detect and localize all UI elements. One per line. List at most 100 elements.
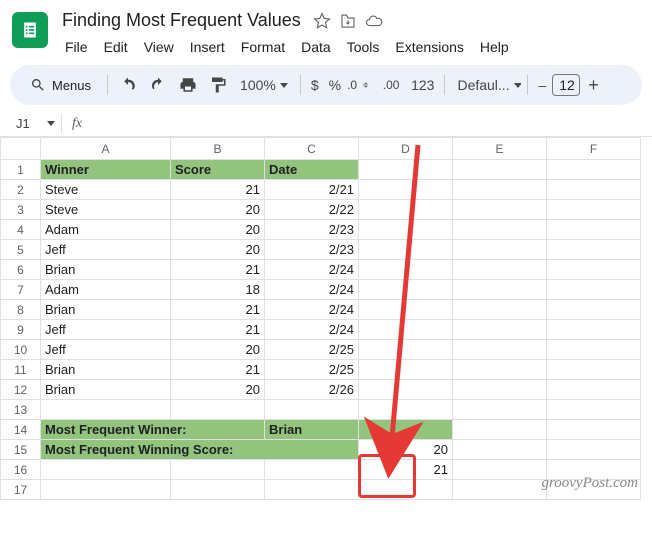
cell-date[interactable]: 2/24 bbox=[265, 280, 359, 300]
cell[interactable] bbox=[547, 440, 641, 460]
cell-score[interactable]: 20 bbox=[171, 200, 265, 220]
font-size-increase[interactable]: + bbox=[582, 75, 605, 96]
menu-extensions[interactable]: Extensions bbox=[388, 35, 470, 59]
cell-date[interactable]: 2/24 bbox=[265, 320, 359, 340]
cell-date[interactable]: 2/25 bbox=[265, 360, 359, 380]
row-header[interactable]: 12 bbox=[1, 380, 41, 400]
cell[interactable] bbox=[453, 300, 547, 320]
cell[interactable] bbox=[547, 280, 641, 300]
font-size-input[interactable]: 12 bbox=[552, 74, 580, 96]
header-score[interactable]: Score bbox=[171, 160, 265, 180]
cell[interactable] bbox=[359, 160, 453, 180]
cell[interactable] bbox=[359, 400, 453, 420]
cell-score[interactable]: 21 bbox=[171, 320, 265, 340]
cell[interactable] bbox=[547, 220, 641, 240]
cell-score[interactable]: 20 bbox=[171, 340, 265, 360]
undo-button[interactable] bbox=[114, 71, 142, 99]
row-header[interactable]: 7 bbox=[1, 280, 41, 300]
cell[interactable] bbox=[453, 160, 547, 180]
cell-score[interactable]: 21 bbox=[171, 360, 265, 380]
percent-button[interactable]: % bbox=[325, 77, 345, 93]
print-button[interactable] bbox=[174, 71, 202, 99]
cell[interactable] bbox=[41, 400, 171, 420]
row-header[interactable]: 14 bbox=[1, 420, 41, 440]
cell-score[interactable]: 20 bbox=[171, 220, 265, 240]
cell[interactable] bbox=[265, 460, 359, 480]
cell[interactable] bbox=[359, 260, 453, 280]
cell[interactable] bbox=[547, 240, 641, 260]
zoom-dropdown[interactable]: 100% bbox=[234, 73, 294, 97]
cell[interactable] bbox=[547, 160, 641, 180]
cell[interactable] bbox=[359, 220, 453, 240]
format-123-button[interactable]: 123 bbox=[407, 77, 438, 93]
cell[interactable] bbox=[359, 300, 453, 320]
row-header[interactable]: 17 bbox=[1, 480, 41, 500]
cell[interactable] bbox=[547, 340, 641, 360]
cell[interactable] bbox=[547, 380, 641, 400]
cell[interactable] bbox=[453, 440, 547, 460]
font-dropdown[interactable]: Defaul... bbox=[451, 73, 521, 97]
row-header[interactable]: 2 bbox=[1, 180, 41, 200]
cell[interactable] bbox=[171, 400, 265, 420]
row-header[interactable]: 11 bbox=[1, 360, 41, 380]
cell-score[interactable]: 21 bbox=[171, 180, 265, 200]
cell-date[interactable]: 2/25 bbox=[265, 340, 359, 360]
document-title[interactable]: Finding Most Frequent Values bbox=[58, 8, 305, 33]
row-header[interactable]: 8 bbox=[1, 300, 41, 320]
cell-winner[interactable]: Jeff bbox=[41, 320, 171, 340]
cell[interactable] bbox=[359, 380, 453, 400]
cell[interactable] bbox=[453, 400, 547, 420]
mfw-value[interactable]: Brian bbox=[265, 420, 359, 440]
redo-button[interactable] bbox=[144, 71, 172, 99]
cell-date[interactable]: 2/24 bbox=[265, 300, 359, 320]
currency-button[interactable]: $ bbox=[307, 77, 323, 93]
menu-format[interactable]: Format bbox=[234, 35, 292, 59]
row-header[interactable]: 10 bbox=[1, 340, 41, 360]
cell-winner[interactable]: Brian bbox=[41, 380, 171, 400]
menu-help[interactable]: Help bbox=[473, 35, 516, 59]
row-header[interactable]: 6 bbox=[1, 260, 41, 280]
row-header[interactable]: 9 bbox=[1, 320, 41, 340]
cell[interactable] bbox=[359, 360, 453, 380]
header-date[interactable]: Date bbox=[265, 160, 359, 180]
cell[interactable] bbox=[547, 420, 641, 440]
cell[interactable] bbox=[453, 340, 547, 360]
move-folder-icon[interactable] bbox=[339, 12, 357, 30]
cloud-status-icon[interactable] bbox=[365, 12, 383, 30]
cell[interactable] bbox=[359, 480, 453, 500]
row-header[interactable]: 13 bbox=[1, 400, 41, 420]
cell[interactable] bbox=[453, 280, 547, 300]
cell[interactable] bbox=[453, 200, 547, 220]
cell-date[interactable]: 2/21 bbox=[265, 180, 359, 200]
name-box[interactable]: J1 bbox=[10, 114, 62, 133]
cell[interactable] bbox=[547, 180, 641, 200]
cell-date[interactable]: 2/24 bbox=[265, 260, 359, 280]
cell-winner[interactable]: Steve bbox=[41, 180, 171, 200]
cell[interactable] bbox=[453, 220, 547, 240]
cell-winner[interactable]: Adam bbox=[41, 280, 171, 300]
cell-winner[interactable]: Brian bbox=[41, 360, 171, 380]
mfws-value-1[interactable]: 20 bbox=[359, 440, 453, 460]
row-header[interactable]: 1 bbox=[1, 160, 41, 180]
cell[interactable] bbox=[547, 400, 641, 420]
cell-date[interactable]: 2/23 bbox=[265, 240, 359, 260]
cell[interactable] bbox=[547, 300, 641, 320]
cell-score[interactable]: 18 bbox=[171, 280, 265, 300]
mfw-label[interactable]: Most Frequent Winner: bbox=[41, 420, 265, 440]
cell[interactable] bbox=[453, 240, 547, 260]
col-header-c[interactable]: C bbox=[265, 138, 359, 160]
cell-score[interactable]: 21 bbox=[171, 300, 265, 320]
cell-winner[interactable]: Jeff bbox=[41, 340, 171, 360]
cell[interactable] bbox=[359, 320, 453, 340]
header-winner[interactable]: Winner bbox=[41, 160, 171, 180]
menu-data[interactable]: Data bbox=[294, 35, 338, 59]
cell-winner[interactable]: Jeff bbox=[41, 240, 171, 260]
cell[interactable] bbox=[453, 180, 547, 200]
cell[interactable] bbox=[41, 460, 171, 480]
cell[interactable] bbox=[547, 200, 641, 220]
cell[interactable] bbox=[171, 480, 265, 500]
cell-winner[interactable]: Adam bbox=[41, 220, 171, 240]
cell-score[interactable]: 21 bbox=[171, 260, 265, 280]
row-header[interactable]: 4 bbox=[1, 220, 41, 240]
cell-winner[interactable]: Brian bbox=[41, 300, 171, 320]
